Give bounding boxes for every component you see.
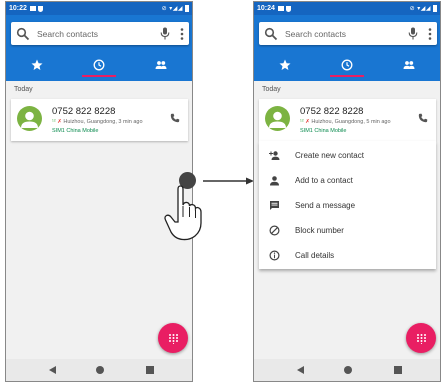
call-details: ¹² ✗ Huizhou, Guangdong, 5 min ago — [300, 119, 391, 125]
menu-label: Block number — [295, 226, 344, 235]
section-today-label: Today — [262, 86, 281, 93]
phone-icon[interactable] — [418, 113, 428, 123]
tab-favorites[interactable] — [254, 51, 316, 79]
search-icon — [16, 27, 30, 40]
status-time: 10:22 — [9, 5, 27, 12]
back-icon[interactable] — [49, 366, 56, 374]
dialpad-button[interactable] — [406, 323, 436, 353]
menu-label: Call details — [295, 251, 335, 260]
menu-item-call-details[interactable]: Call details — [259, 243, 436, 268]
message-icon — [270, 201, 279, 210]
tab-recents[interactable] — [316, 51, 378, 79]
missed-call-icon: ✗ — [57, 119, 62, 125]
dialpad-icon — [168, 333, 178, 344]
star-icon — [31, 59, 43, 70]
search-bar[interactable]: Search contacts — [11, 22, 189, 45]
shield-icon — [285, 5, 291, 12]
call-details: ¹² ✗ Huizhou, Guangdong, 3 min ago — [52, 119, 143, 125]
tab-favorites[interactable] — [6, 51, 68, 79]
back-icon[interactable] — [297, 366, 304, 374]
person-add-icon — [269, 151, 280, 160]
menu-item-create-contact[interactable]: Create new contact — [259, 143, 436, 168]
menu-label: Send a message — [295, 201, 356, 210]
menu-item-add-to-contact[interactable]: Add to a contact — [259, 168, 436, 193]
recent-call-item[interactable]: 0752 822 8228 ¹² ✗ Huizhou, Guangdong, 3… — [11, 99, 188, 141]
block-icon — [269, 225, 280, 236]
recents-icon[interactable] — [146, 366, 154, 374]
home-icon[interactable] — [344, 366, 352, 374]
section-today-label: Today — [14, 86, 33, 93]
call-actions-menu: Create new contact Add to a contact Send… — [259, 141, 436, 269]
notification-icon — [29, 6, 36, 11]
recents-icon[interactable] — [394, 366, 402, 374]
tab-recents[interactable] — [68, 51, 130, 79]
sim-indicator: ¹² — [300, 119, 304, 125]
notification-icon — [277, 6, 284, 11]
tab-bar — [6, 51, 192, 79]
star-icon — [279, 59, 291, 70]
clock-icon — [341, 59, 353, 71]
call-location-time: Huizhou, Guangdong, 3 min ago — [63, 119, 143, 125]
people-icon — [403, 61, 415, 69]
navigation-bar — [254, 359, 440, 381]
microphone-icon[interactable] — [408, 27, 418, 40]
more-options-icon[interactable] — [180, 27, 184, 40]
avatar[interactable] — [17, 106, 42, 131]
search-input[interactable]: Search contacts — [285, 29, 408, 39]
arrow-right-icon — [203, 177, 254, 185]
dialpad-button[interactable] — [158, 323, 188, 353]
status-time: 10:24 — [257, 5, 275, 12]
clock-icon — [93, 59, 105, 71]
menu-item-block-number[interactable]: Block number — [259, 218, 436, 243]
microphone-icon[interactable] — [160, 27, 170, 40]
signal-icons: ⊘ ▾◢◢ — [410, 4, 437, 12]
missed-call-icon: ✗ — [305, 119, 310, 125]
caller-number: 0752 822 8228 — [52, 106, 116, 117]
navigation-bar — [6, 359, 192, 381]
home-icon[interactable] — [96, 366, 104, 374]
recent-call-item[interactable]: 0752 822 8228 ¹² ✗ Huizhou, Guangdong, 5… — [259, 99, 436, 141]
more-options-icon[interactable] — [428, 27, 432, 40]
search-input[interactable]: Search contacts — [37, 29, 160, 39]
person-icon — [270, 176, 279, 186]
search-icon — [264, 27, 278, 40]
call-location-time: Huizhou, Guangdong, 5 min ago — [311, 119, 391, 125]
phone-screen-after: 10:24 ⊘ ▾◢◢ Search contacts Today 0752 8… — [253, 1, 441, 382]
phone-icon[interactable] — [170, 113, 180, 123]
person-icon — [21, 111, 38, 128]
battery-icon — [433, 4, 437, 12]
menu-label: Create new contact — [295, 151, 364, 160]
people-icon — [155, 61, 167, 69]
sim-label: SIM1 China Mobile — [52, 128, 99, 134]
caller-number: 0752 822 8228 — [300, 106, 364, 117]
avatar[interactable] — [265, 106, 290, 131]
status-bar: 10:24 ⊘ ▾◢◢ — [254, 2, 440, 15]
tab-contacts[interactable] — [378, 51, 440, 79]
search-bar[interactable]: Search contacts — [259, 22, 437, 45]
menu-label: Add to a contact — [295, 176, 353, 185]
info-icon — [269, 250, 280, 261]
dialpad-icon — [416, 333, 426, 344]
battery-icon — [185, 4, 189, 12]
shield-icon — [37, 5, 43, 12]
sim-indicator: ¹² — [52, 119, 56, 125]
signal-icons: ⊘ ▾◢◢ — [162, 4, 189, 12]
tab-contacts[interactable] — [130, 51, 192, 79]
sim-label: SIM1 China Mobile — [300, 128, 347, 134]
hand-pointer-icon — [164, 185, 202, 241]
menu-item-send-message[interactable]: Send a message — [259, 193, 436, 218]
person-icon — [269, 111, 286, 128]
status-bar: 10:22 ⊘ ▾◢◢ — [6, 2, 192, 15]
tab-bar — [254, 51, 440, 79]
